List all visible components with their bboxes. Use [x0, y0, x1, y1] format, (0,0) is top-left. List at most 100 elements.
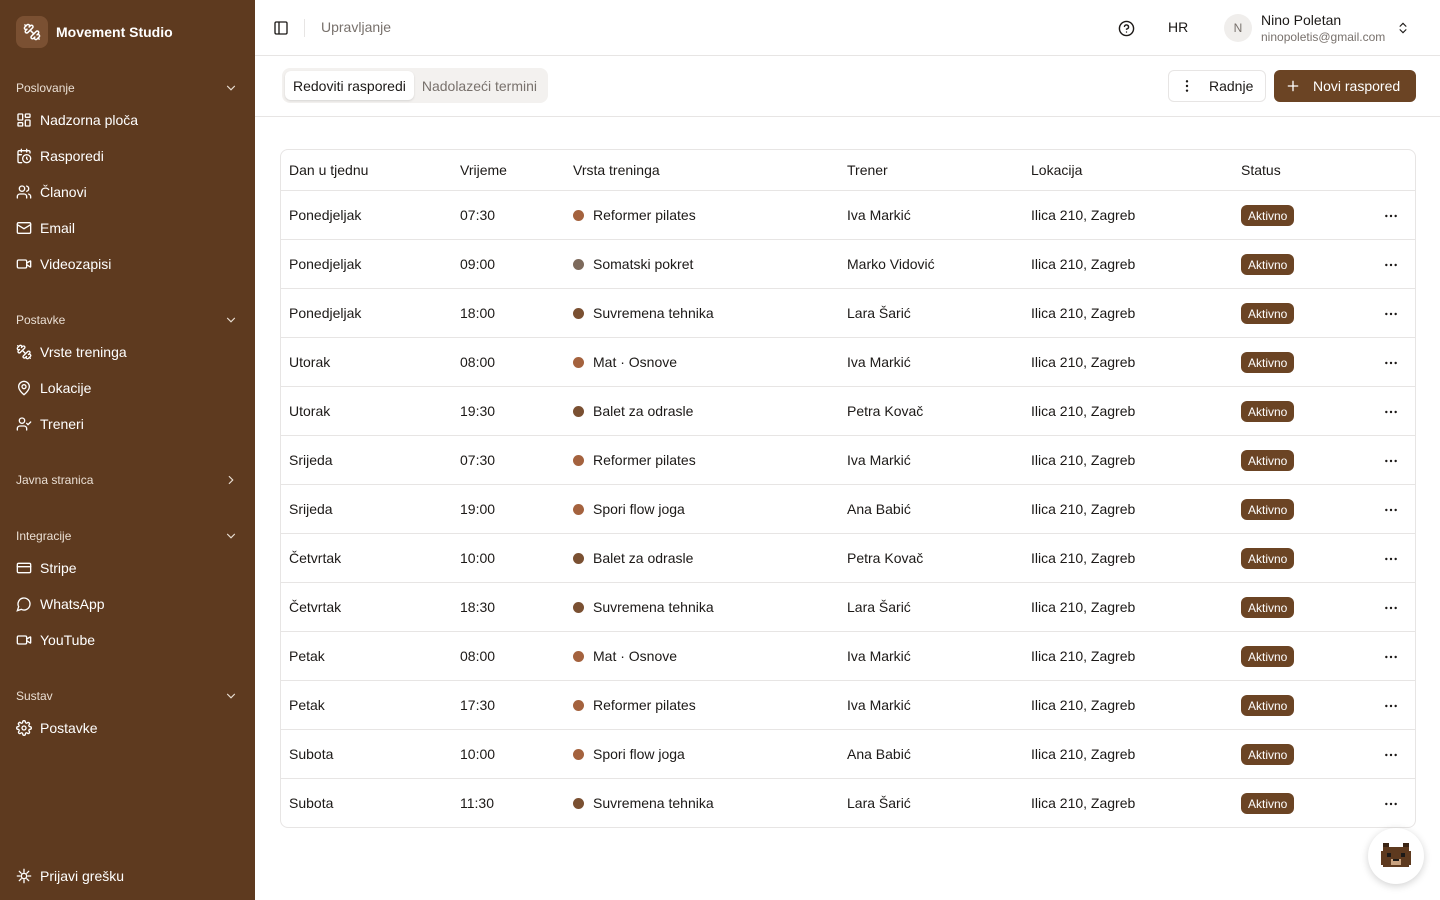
training-type-label: Mat · Osnove — [593, 354, 678, 370]
help-icon[interactable] — [1116, 18, 1136, 38]
sidebar-toggle-icon[interactable] — [271, 18, 291, 38]
sidebar-item-whatsapp[interactable]: WhatsApp — [8, 588, 247, 620]
avatar: N — [1224, 14, 1252, 42]
sidebar-item-settings[interactable]: Postavke — [8, 712, 247, 744]
table-row[interactable]: Subota 10:00 Spori flow joga Ana Babić Ilica… — [281, 730, 1415, 779]
group-integrations[interactable]: Integracije — [16, 526, 239, 546]
new-schedule-button[interactable]: Novi raspored — [1274, 70, 1416, 102]
users-icon — [16, 184, 32, 200]
column-header-location[interactable]: Lokacija — [1031, 162, 1082, 178]
row-actions-button[interactable] — [1379, 599, 1403, 617]
cell-time: 08:00 — [460, 354, 496, 370]
status-badge: Aktivno — [1241, 205, 1295, 226]
table-row[interactable]: Ponedjeljak 09:00 Somatski pokret Marko Vid… — [281, 240, 1415, 289]
header-divider — [304, 19, 305, 37]
table-row[interactable]: Subota 11:30 Suvremena tehnika Lara Šarić Il… — [281, 779, 1415, 827]
row-actions-button[interactable] — [1379, 305, 1403, 323]
group-system[interactable]: Sustav — [16, 686, 239, 706]
actions-label: Radnje — [1209, 78, 1254, 94]
table-row[interactable]: Srijeda 19:00 Spori flow joga Ana Babić Ilic… — [281, 485, 1415, 534]
training-type-color-dot — [573, 552, 584, 564]
sidebar-item-label: Videozapisi — [40, 256, 112, 272]
sidebar-item-trainers[interactable]: Treneri — [8, 408, 247, 440]
cell-time: 08:00 — [460, 648, 496, 664]
column-header-trainer[interactable]: Trener — [847, 162, 888, 178]
status-badge: Aktivno — [1241, 548, 1295, 569]
calendar-clock-icon — [16, 148, 32, 164]
row-actions-button[interactable] — [1379, 354, 1403, 372]
table-row[interactable]: Ponedjeljak 07:30 Reformer pilates Iva Mark… — [281, 191, 1415, 240]
actions-button[interactable]: Radnje — [1168, 70, 1266, 102]
user-menu[interactable]: N Nino Poletan ninopoletis@gmail.com — [1224, 8, 1411, 48]
language-switch[interactable]: HR — [1168, 19, 1188, 35]
sidebar-item-email[interactable]: Email — [8, 212, 247, 244]
row-actions-button[interactable] — [1379, 697, 1403, 715]
group-postavke[interactable]: Postavke — [16, 310, 239, 330]
mail-icon — [16, 220, 32, 236]
row-actions-button[interactable] — [1379, 746, 1403, 764]
sidebar-item-label: Postavke — [40, 720, 98, 736]
column-header-status[interactable]: Status — [1241, 162, 1281, 178]
training-type-label: Suvremena tehnika — [593, 795, 714, 811]
tab-recurring-schedules[interactable]: Redoviti rasporedi — [285, 71, 414, 100]
user-info: Nino Poletan ninopoletis@gmail.com — [1261, 12, 1385, 45]
table-row[interactable]: Četvrtak 18:30 Suvremena tehnika Lara Šarić… — [281, 583, 1415, 632]
training-type-label: Reformer pilates — [593, 697, 696, 713]
cell-time: 19:30 — [460, 403, 496, 419]
sidebar-item-members[interactable]: Članovi — [8, 176, 247, 208]
video-icon — [16, 632, 32, 648]
brand[interactable]: Movement Studio — [16, 16, 173, 48]
cell-location: Ilica 210, Zagreb — [1031, 746, 1136, 762]
breadcrumb[interactable]: Upravljanje — [321, 19, 391, 35]
cell-type: Mat · Osnove — [573, 354, 677, 370]
dumbbell-icon — [16, 16, 48, 48]
table-row[interactable]: Petak 08:00 Mat · Osnove Iva Markić Ilica 21… — [281, 632, 1415, 681]
status-badge: Aktivno — [1241, 499, 1295, 520]
row-actions-button[interactable] — [1379, 648, 1403, 666]
cell-time: 10:00 — [460, 550, 496, 566]
row-actions-button[interactable] — [1379, 795, 1403, 813]
sidebar-item-label: Treneri — [40, 416, 84, 432]
bug-icon — [16, 868, 32, 884]
row-actions-button[interactable] — [1379, 501, 1403, 519]
cell-day: Četvrtak — [289, 550, 342, 566]
cell-location: Ilica 210, Zagreb — [1031, 305, 1136, 321]
group-public-page[interactable]: Javna stranica — [16, 470, 239, 490]
table-row[interactable]: Utorak 19:30 Balet za odrasle Petra Kovač Il… — [281, 387, 1415, 436]
row-actions-button[interactable] — [1379, 550, 1403, 568]
sidebar-item-training-types[interactable]: Vrste treninga — [8, 336, 247, 368]
cell-trainer: Iva Markić — [847, 207, 911, 223]
table-row[interactable]: Ponedjeljak 18:00 Suvremena tehnika Lara Ša… — [281, 289, 1415, 338]
row-actions-button[interactable] — [1379, 256, 1403, 274]
sidebar-item-locations[interactable]: Lokacije — [8, 372, 247, 404]
more-horizontal-icon — [1385, 459, 1397, 463]
tab-upcoming-sessions[interactable]: Nadolazeći termini — [414, 71, 545, 100]
table-row[interactable]: Utorak 08:00 Mat · Osnove Iva Markić Ilica 2… — [281, 338, 1415, 387]
sidebar: Movement Studio Poslovanje Nadzorna ploč… — [0, 0, 255, 900]
group-poslovanje[interactable]: Poslovanje — [16, 78, 239, 98]
group-label: Sustav — [16, 689, 53, 703]
sidebar-item-videos[interactable]: Videozapisi — [8, 248, 247, 280]
row-actions-button[interactable] — [1379, 403, 1403, 421]
training-type-color-dot — [573, 503, 584, 515]
sidebar-item-schedules[interactable]: Rasporedi — [8, 140, 247, 172]
table-row[interactable]: Četvrtak 10:00 Balet za odrasle Petra Kovač… — [281, 534, 1415, 583]
column-header-day[interactable]: Dan u tjednu — [289, 162, 368, 178]
assistant-button[interactable] — [1368, 828, 1424, 884]
video-icon — [16, 256, 32, 272]
cell-time: 07:30 — [460, 207, 496, 223]
table-row[interactable]: Srijeda 07:30 Reformer pilates Iva Markić Il… — [281, 436, 1415, 485]
more-horizontal-icon — [1385, 508, 1397, 512]
sidebar-item-youtube[interactable]: YouTube — [8, 624, 247, 656]
user-email: ninopoletis@gmail.com — [1261, 29, 1386, 44]
cell-type: Suvremena tehnika — [573, 795, 714, 811]
column-header-time[interactable]: Vrijeme — [460, 162, 507, 178]
row-actions-button[interactable] — [1379, 452, 1403, 470]
toolbar: Redoviti rasporedi Nadolazeći termini Ra… — [255, 56, 1440, 117]
sidebar-item-stripe[interactable]: Stripe — [8, 552, 247, 584]
sidebar-item-dashboard[interactable]: Nadzorna ploča — [8, 104, 247, 136]
table-row[interactable]: Petak 17:30 Reformer pilates Iva Markić Ilic… — [281, 681, 1415, 730]
report-bug-button[interactable]: Prijavi grešku — [8, 860, 247, 892]
column-header-type[interactable]: Vrsta treninga — [573, 162, 660, 178]
row-actions-button[interactable] — [1379, 207, 1403, 225]
